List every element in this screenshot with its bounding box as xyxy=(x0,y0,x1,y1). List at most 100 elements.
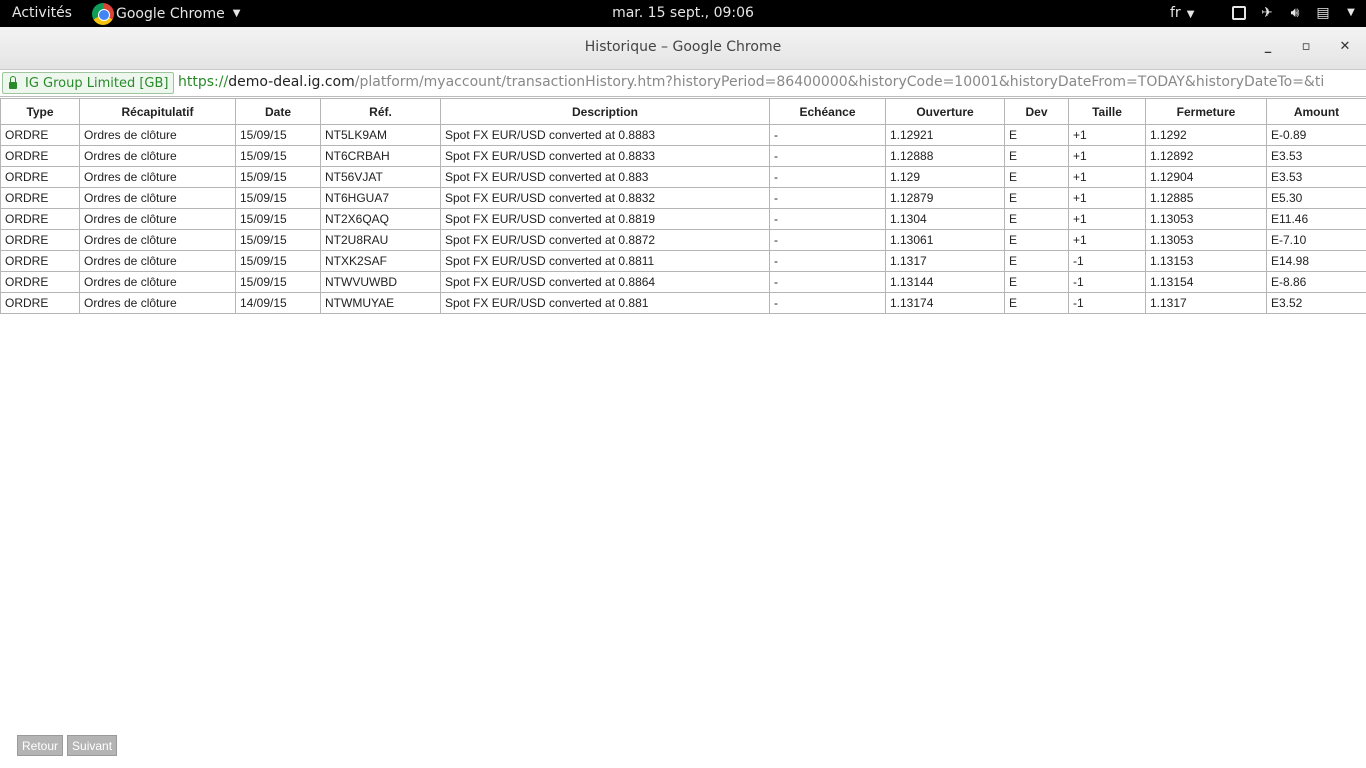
table-cell: 1.13153 xyxy=(1145,250,1267,272)
table-cell: Spot FX EUR/USD converted at 0.8833 xyxy=(440,145,770,167)
table-cell: 15/09/15 xyxy=(235,187,321,209)
system-tray[interactable]: ✈ 🔊︎ ▤ ▼ xyxy=(1230,4,1360,22)
table-row: ORDRE Ordres de clôture 14/09/15 NTWMUYAE Sp… xyxy=(0,292,1366,314)
url-scheme: https:// xyxy=(178,74,229,90)
system-top-bar: Activités Google Chrome ▼ mar. 15 sept.,… xyxy=(0,0,1366,27)
table-cell: Ordres de clôture xyxy=(79,145,236,167)
column-header: Echéance xyxy=(769,98,886,125)
url-host: demo-deal.ig.com xyxy=(228,74,355,90)
address-bar[interactable]: IG Group Limited [GB] https://demo-deal.… xyxy=(0,70,1366,97)
table-cell: E-7.10 xyxy=(1266,229,1366,251)
maximize-icon[interactable]: ▫ xyxy=(1297,38,1315,56)
caret-down-icon: ▼ xyxy=(1347,7,1355,18)
table-cell: E3.52 xyxy=(1266,292,1366,314)
table-cell: 15/09/15 xyxy=(235,166,321,188)
table-cell: 1.1304 xyxy=(885,208,1005,230)
table-cell: NT6HGUA7 xyxy=(320,187,441,209)
table-cell: ORDRE xyxy=(0,271,80,293)
column-header: Récapitulatif xyxy=(79,98,236,125)
table-cell: ORDRE xyxy=(0,124,80,146)
column-header: Ouverture xyxy=(885,98,1005,125)
table-cell: Ordres de clôture xyxy=(79,187,236,209)
column-header: Description xyxy=(440,98,770,125)
table-cell: E xyxy=(1004,250,1069,272)
table-cell: NT6CRBAH xyxy=(320,145,441,167)
table-cell: NT5LK9AM xyxy=(320,124,441,146)
table-cell: - xyxy=(769,250,886,272)
table-cell: 14/09/15 xyxy=(235,292,321,314)
table-cell: 1.13144 xyxy=(885,271,1005,293)
table-cell: -1 xyxy=(1068,292,1146,314)
table-cell: E xyxy=(1004,124,1069,146)
column-header: Amount xyxy=(1266,98,1366,125)
table-cell: 1.12879 xyxy=(885,187,1005,209)
table-cell: Spot FX EUR/USD converted at 0.8872 xyxy=(440,229,770,251)
table-cell: ORDRE xyxy=(0,250,80,272)
table-cell: ORDRE xyxy=(0,145,80,167)
table-cell: NTXK2SAF xyxy=(320,250,441,272)
table-cell: - xyxy=(769,187,886,209)
table-cell: Ordres de clôture xyxy=(79,271,236,293)
table-cell: 1.13174 xyxy=(885,292,1005,314)
table-cell: E3.53 xyxy=(1266,145,1366,167)
table-cell: - xyxy=(769,124,886,146)
table-cell: Spot FX EUR/USD converted at 0.8864 xyxy=(440,271,770,293)
table-cell: E xyxy=(1004,166,1069,188)
minimize-icon[interactable]: _ xyxy=(1259,38,1277,56)
column-header: Date xyxy=(235,98,321,125)
table-cell: +1 xyxy=(1068,187,1146,209)
table-cell: Spot FX EUR/USD converted at 0.8883 xyxy=(440,124,770,146)
language-menu[interactable]: fr ▼ xyxy=(1170,5,1194,21)
table-cell: Spot FX EUR/USD converted at 0.883 xyxy=(440,166,770,188)
table-cell: 1.12892 xyxy=(1145,145,1267,167)
table-row: ORDRE Ordres de clôture 15/09/15 NTXK2SAF Sp… xyxy=(0,250,1366,272)
table-cell: E xyxy=(1004,229,1069,251)
ssl-badge[interactable]: IG Group Limited [GB] xyxy=(2,72,174,94)
table-cell: Spot FX EUR/USD converted at 0.881 xyxy=(440,292,770,314)
table-cell: E3.53 xyxy=(1266,166,1366,188)
clock[interactable]: mar. 15 sept., 09:06 xyxy=(0,5,1366,21)
table-cell: - xyxy=(769,229,886,251)
back-button[interactable]: Retour xyxy=(17,735,64,756)
table-header-row: Type Récapitulatif Date Réf. Description Eché… xyxy=(0,98,1366,125)
table-cell: E14.98 xyxy=(1266,250,1366,272)
table-cell: Ordres de clôture xyxy=(79,166,236,188)
volume-icon: 🔊︎ xyxy=(1290,5,1300,21)
table-cell: Ordres de clôture xyxy=(79,250,236,272)
window-square-icon xyxy=(1232,6,1246,20)
page-content: Type Récapitulatif Date Réf. Description Eché… xyxy=(0,98,1366,314)
language-label: fr xyxy=(1170,5,1181,21)
table-cell: Ordres de clôture xyxy=(79,208,236,230)
lock-icon xyxy=(9,75,17,89)
next-button[interactable]: Suivant xyxy=(67,735,118,756)
column-header: Type xyxy=(0,98,80,125)
table-row: ORDRE Ordres de clôture 15/09/15 NTWVUWBD Sp… xyxy=(0,271,1366,293)
caret-down-icon: ▼ xyxy=(1186,9,1195,20)
column-header: Taille xyxy=(1068,98,1146,125)
url-text[interactable]: https://demo-deal.ig.com/platform/myacco… xyxy=(178,74,1324,90)
table-cell: ORDRE xyxy=(0,229,80,251)
table-cell: 1.1292 xyxy=(1145,124,1267,146)
table-row: ORDRE Ordres de clôture 15/09/15 NT2X6QAQ Sp… xyxy=(0,208,1366,230)
table-cell: Spot FX EUR/USD converted at 0.8819 xyxy=(440,208,770,230)
table-cell: E11.46 xyxy=(1266,208,1366,230)
table-cell: ORDRE xyxy=(0,292,80,314)
pagination-controls: Retour Suivant xyxy=(17,735,118,756)
table-cell: 15/09/15 xyxy=(235,271,321,293)
table-cell: Ordres de clôture xyxy=(79,229,236,251)
table-cell: - xyxy=(769,145,886,167)
table-cell: Spot FX EUR/USD converted at 0.8832 xyxy=(440,187,770,209)
table-cell: +1 xyxy=(1068,145,1146,167)
table-cell: 1.1317 xyxy=(1145,292,1267,314)
close-icon[interactable]: ✕ xyxy=(1336,38,1354,56)
table-cell: NTWMUYAE xyxy=(320,292,441,314)
table-cell: NTWVUWBD xyxy=(320,271,441,293)
ssl-label: IG Group Limited [GB] xyxy=(25,75,169,91)
table-cell: NT56VJAT xyxy=(320,166,441,188)
table-cell: ORDRE xyxy=(0,166,80,188)
table-cell: 1.129 xyxy=(885,166,1005,188)
table-cell: +1 xyxy=(1068,229,1146,251)
table-cell: 1.13053 xyxy=(1145,208,1267,230)
table-cell: Ordres de clôture xyxy=(79,124,236,146)
table-cell: 15/09/15 xyxy=(235,208,321,230)
